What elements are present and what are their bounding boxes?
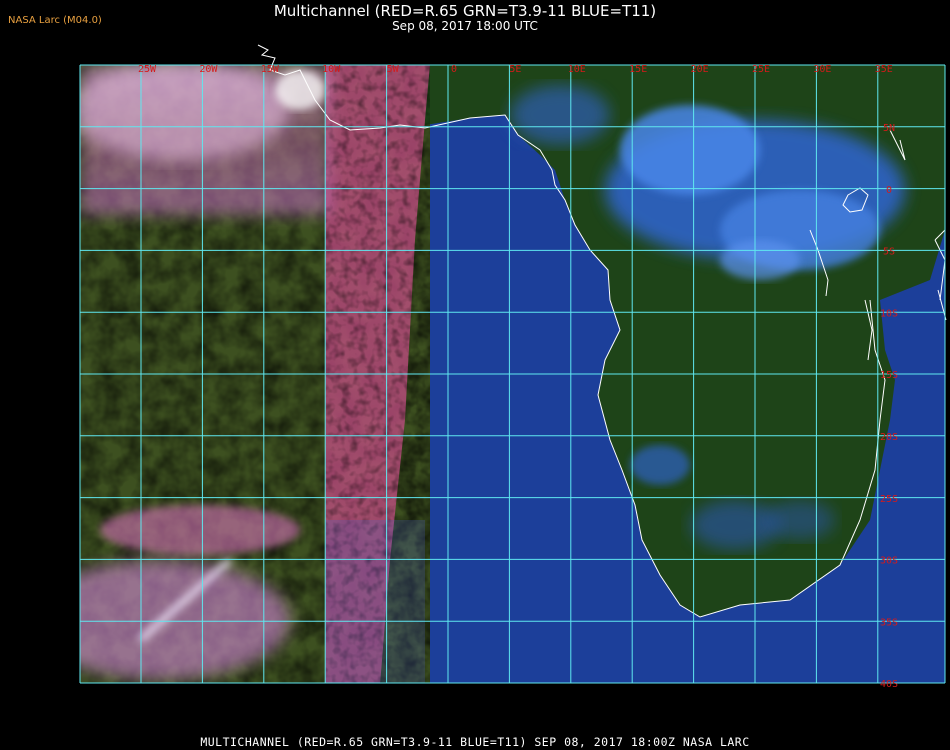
longitude-label: 15E bbox=[629, 64, 647, 75]
latitude-label: 35S bbox=[880, 617, 898, 628]
satellite-map: 25W 20W 15W 10W 5W 0 5E 10E 15E 20E 25E 30E 35E 5N 0 5… bbox=[79, 44, 947, 690]
longitude-label: 20E bbox=[691, 64, 709, 75]
longitude-label: 25W bbox=[138, 64, 157, 75]
imagery-layer bbox=[80, 65, 945, 683]
longitude-label: 10E bbox=[568, 64, 586, 75]
latitude-label: 0 bbox=[886, 185, 892, 196]
longitude-label: 5W bbox=[387, 64, 400, 75]
latitude-label: 25S bbox=[880, 494, 898, 505]
latitude-label: 15S bbox=[880, 370, 898, 381]
latitude-label: 5S bbox=[883, 247, 895, 258]
latitude-label: 5N bbox=[883, 123, 895, 134]
footer-caption: MULTICHANNEL (RED=R.65 GRN=T3.9-11 BLUE=… bbox=[200, 735, 750, 749]
latitude-label: 40S bbox=[880, 679, 898, 690]
longitude-label: 5E bbox=[509, 64, 521, 75]
longitude-label: 25E bbox=[752, 64, 770, 75]
longitude-label: 30E bbox=[813, 64, 831, 75]
longitude-label: 20W bbox=[199, 64, 218, 75]
longitude-label: 0 bbox=[451, 64, 457, 75]
longitude-label: 35E bbox=[875, 64, 893, 75]
latitude-label: 30S bbox=[880, 556, 898, 567]
longitude-label: 10W bbox=[322, 64, 341, 75]
latitude-label: 10S bbox=[880, 308, 898, 319]
longitude-label: 15W bbox=[261, 64, 280, 75]
latitude-label: 20S bbox=[880, 432, 898, 443]
